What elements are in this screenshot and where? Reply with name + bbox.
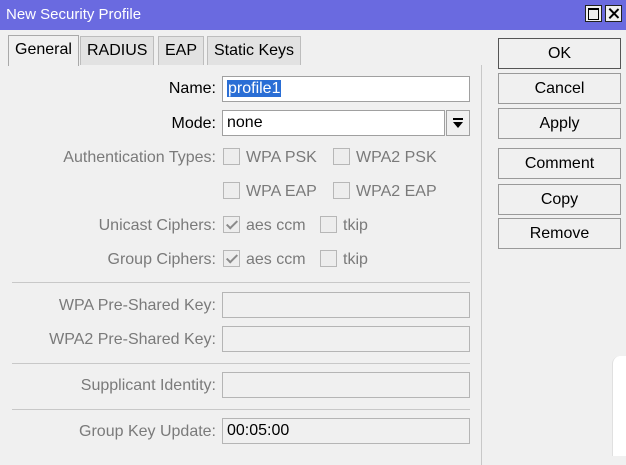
unicast-aes-ccm-label: aes ccm <box>246 217 306 234</box>
group-tkip-checkbox[interactable] <box>320 250 337 267</box>
group-key-update-field[interactable]: 00:05:00 <box>222 418 470 444</box>
cancel-button[interactable]: Cancel <box>498 73 621 104</box>
copy-button[interactable]: Copy <box>498 184 621 215</box>
group-key-update-label: Group Key Update: <box>79 423 216 440</box>
supplicant-identity-label: Supplicant Identity: <box>80 377 216 394</box>
mode-label: Mode: <box>171 115 216 132</box>
separator <box>12 363 470 364</box>
name-label: Name: <box>168 80 216 97</box>
remove-button[interactable]: Remove <box>498 218 621 249</box>
unicast-ciphers-label: Unicast Ciphers: <box>98 217 216 234</box>
apply-button[interactable]: Apply <box>498 108 621 139</box>
group-ciphers-label: Group Ciphers: <box>107 251 217 268</box>
wpa2-psk-label: WPA2 PSK <box>356 149 437 166</box>
wpa-eap-checkbox[interactable] <box>223 182 240 199</box>
wpa2-pre-shared-key-label: WPA2 Pre-Shared Key: <box>49 331 216 348</box>
separator <box>12 282 470 283</box>
tab-radius[interactable]: RADIUS <box>80 36 155 65</box>
window-title: New Security Profile <box>6 6 142 23</box>
wpa2-eap-checkbox[interactable] <box>333 182 350 199</box>
name-value: profile1 <box>227 80 282 97</box>
mode-dropdown-icon[interactable] <box>446 110 470 136</box>
unicast-tkip-checkbox[interactable] <box>320 216 337 233</box>
group-aes-ccm-checkbox[interactable] <box>223 250 240 267</box>
wpa-psk-checkbox[interactable] <box>223 148 240 165</box>
separator <box>12 409 470 410</box>
wpa2-psk-checkbox[interactable] <box>333 148 350 165</box>
wpa-eap-label: WPA EAP <box>246 183 317 200</box>
mode-select[interactable]: none <box>222 110 445 136</box>
wpa2-eap-label: WPA2 EAP <box>356 183 437 200</box>
close-icon[interactable] <box>605 5 622 22</box>
wpa-psk-label: WPA PSK <box>246 149 317 166</box>
unicast-tkip-label: tkip <box>343 217 368 234</box>
tab-general[interactable]: General <box>8 35 79 66</box>
comment-button[interactable]: Comment <box>498 148 621 179</box>
group-tkip-label: tkip <box>343 251 368 268</box>
supplicant-identity-field[interactable] <box>222 372 470 398</box>
name-field[interactable]: profile1 <box>222 76 470 102</box>
maximize-icon[interactable] <box>585 5 602 22</box>
tab-eap[interactable]: EAP <box>158 36 205 65</box>
wpa-pre-shared-key-field[interactable] <box>222 292 470 318</box>
group-aes-ccm-label: aes ccm <box>246 251 306 268</box>
ok-button[interactable]: OK <box>498 38 621 69</box>
tab-static-keys[interactable]: Static Keys <box>207 36 302 65</box>
unicast-aes-ccm-checkbox[interactable] <box>223 216 240 233</box>
background-window-edge <box>612 356 626 456</box>
wpa2-pre-shared-key-field[interactable] <box>222 326 470 352</box>
authentication-types-label: Authentication Types: <box>63 149 216 166</box>
title-bar[interactable]: New Security Profile <box>0 0 626 30</box>
wpa-pre-shared-key-label: WPA Pre-Shared Key: <box>58 297 216 314</box>
